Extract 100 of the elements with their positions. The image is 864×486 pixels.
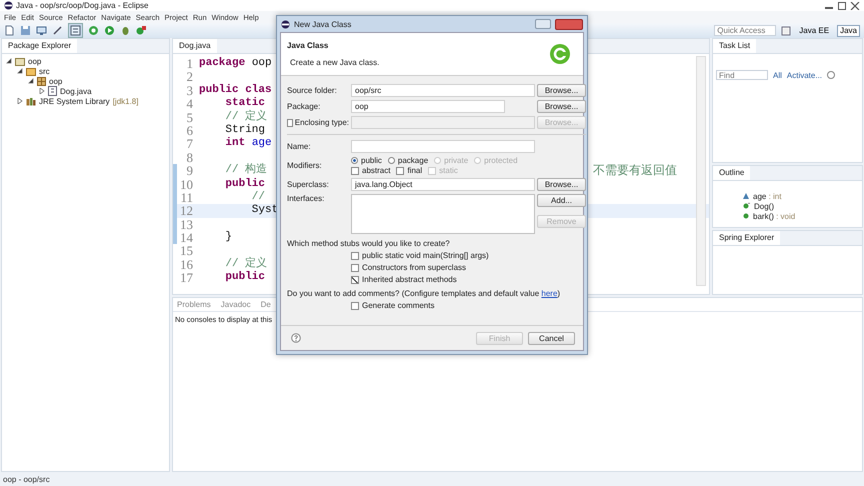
line-number: 4 xyxy=(186,97,193,111)
open-perspective-icon[interactable] xyxy=(781,26,792,36)
run-tool-icon[interactable] xyxy=(136,25,147,36)
code-line: } xyxy=(224,231,232,244)
radio-button[interactable] xyxy=(388,157,395,164)
interface-button[interactable]: Add... xyxy=(537,194,586,207)
expand-arrow-icon[interactable] xyxy=(39,88,45,94)
console-tab[interactable]: De xyxy=(260,300,271,309)
browse-button[interactable]: Browse... xyxy=(537,84,586,97)
checkbox-label: final xyxy=(407,166,422,175)
tree-item[interactable]: src xyxy=(39,66,50,76)
line-number: 7 xyxy=(186,137,193,151)
code-line: // 定义 xyxy=(224,258,268,271)
panel-tab[interactable]: Outline xyxy=(713,166,750,180)
panel-tab[interactable]: Task List xyxy=(713,39,756,53)
class-icon xyxy=(549,43,571,65)
code-line: // 构造 xyxy=(224,164,268,178)
source-folder-field[interactable]: oop/src xyxy=(351,84,535,97)
line-number: 1 xyxy=(186,57,193,70)
here-link[interactable]: here xyxy=(541,289,558,298)
interfaces-list[interactable] xyxy=(351,194,535,234)
radio-label: package xyxy=(398,156,428,165)
outline-item[interactable]: age : int xyxy=(753,192,782,200)
checkbox-label: Inherited abstract methods xyxy=(362,275,457,284)
field-label: Source folder: xyxy=(287,86,338,95)
code-line: String xyxy=(224,124,266,137)
console-tab[interactable]: Problems xyxy=(177,300,211,309)
checkbox[interactable] xyxy=(396,166,404,174)
tree-item[interactable]: oop xyxy=(28,56,42,66)
code-line: Syst xyxy=(250,204,278,218)
filter-link[interactable]: All xyxy=(773,70,782,80)
code-line: public clas xyxy=(199,84,272,97)
checkbox[interactable] xyxy=(351,252,359,260)
help-icon[interactable] xyxy=(827,71,836,79)
line-number: 3 xyxy=(186,84,193,98)
checkbox-label: static xyxy=(439,166,458,175)
field-icon xyxy=(743,193,749,199)
perspective-button[interactable]: Java EE xyxy=(796,24,832,36)
line-number: 15 xyxy=(179,244,193,258)
line-number: 11 xyxy=(179,190,193,204)
checkbox-label: Generate comments xyxy=(362,301,434,310)
expand-arrow-icon[interactable] xyxy=(28,78,34,84)
close-button[interactable] xyxy=(555,18,583,30)
save-icon[interactable] xyxy=(20,25,31,36)
question-text: Do you want to add comments? (Configure templates and default value here) xyxy=(286,288,562,298)
dialog-subtitle: Create a new Java class. xyxy=(289,58,380,67)
panel-tab[interactable]: Package Explorer xyxy=(2,39,78,53)
maximize-button[interactable] xyxy=(535,19,551,29)
tree-item[interactable]: JRE System Library xyxy=(39,96,110,106)
browse-button[interactable]: Browse... xyxy=(537,100,586,113)
field-label: Interfaces: xyxy=(287,194,326,203)
editor-tab[interactable]: Dog.java xyxy=(173,39,217,53)
radio-button[interactable] xyxy=(351,157,358,164)
vertical-scrollbar[interactable] xyxy=(696,56,706,286)
line-number: 2 xyxy=(186,70,193,84)
checkbox[interactable] xyxy=(351,264,359,272)
field-label: Modifiers: xyxy=(287,161,323,170)
dialog-button[interactable]: Cancel xyxy=(528,332,575,344)
help-icon[interactable] xyxy=(291,333,301,343)
name-field[interactable] xyxy=(351,140,535,153)
checkbox[interactable] xyxy=(351,276,359,284)
outline-item[interactable]: bark() : void xyxy=(753,212,796,220)
superclass-field[interactable]: java.lang.Object xyxy=(351,178,535,191)
dialog-title: New Java Class xyxy=(294,20,352,28)
tree-item[interactable]: Dog.java xyxy=(60,86,92,96)
filter-link[interactable]: Activate... xyxy=(786,70,822,80)
run-icon[interactable] xyxy=(104,25,115,36)
console-tab[interactable]: Javadoc xyxy=(220,300,251,309)
checkbox[interactable] xyxy=(351,302,359,310)
dialog-heading: Java Class xyxy=(287,41,330,50)
window-title: Java - oop/src/oop/Dog.java - Eclipse xyxy=(16,1,149,10)
maximize-icon[interactable] xyxy=(837,2,847,10)
line-number: 6 xyxy=(186,124,193,138)
new-file-icon[interactable] xyxy=(4,25,15,36)
status-text: oop - oop/src xyxy=(3,474,50,484)
perspective-button[interactable]: Java xyxy=(837,24,860,36)
source-folder-icon xyxy=(26,66,36,76)
package-field[interactable]: oop xyxy=(351,100,505,113)
radio-label: protected xyxy=(484,156,518,165)
monitor-icon[interactable] xyxy=(36,25,47,36)
browse-button[interactable]: Browse... xyxy=(537,178,586,191)
pencil-icon[interactable] xyxy=(52,25,63,36)
quick-access-field[interactable]: Quick Access xyxy=(714,25,776,36)
expand-arrow-icon[interactable] xyxy=(17,98,23,104)
checkbox[interactable] xyxy=(351,166,359,174)
expand-arrow-icon[interactable] xyxy=(6,58,12,64)
project-folder-icon xyxy=(15,56,25,66)
line-number: 12 xyxy=(179,204,193,218)
expand-arrow-icon[interactable] xyxy=(17,68,23,74)
checkbox-label: abstract xyxy=(362,166,390,175)
outline-item[interactable]: Dog() xyxy=(754,202,774,210)
method-icon xyxy=(743,213,749,219)
close-icon[interactable] xyxy=(850,2,860,10)
tree-item[interactable]: oop xyxy=(49,76,62,86)
grid-icon[interactable] xyxy=(68,23,83,38)
find-field[interactable]: Find xyxy=(716,70,768,80)
code-line: // xyxy=(250,190,266,204)
code-line: // 定义 xyxy=(224,110,268,124)
panel-tab[interactable]: Spring Explorer xyxy=(713,231,780,245)
line-number: 8 xyxy=(186,150,193,164)
